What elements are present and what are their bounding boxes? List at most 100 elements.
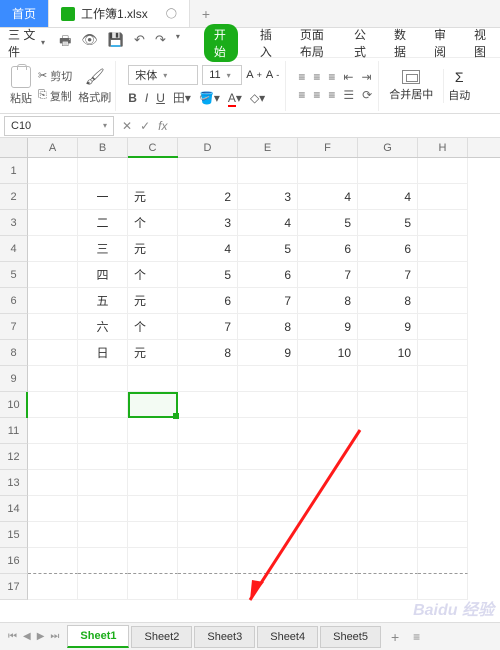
align-top-icon[interactable]: ≡ [298, 70, 305, 84]
print-icon[interactable]: 🖶 [59, 32, 71, 54]
redo-icon[interactable]: ↷ [155, 32, 166, 54]
row-header[interactable]: 9 [0, 366, 28, 392]
sheet-tab-5[interactable]: Sheet5 [320, 626, 381, 648]
row-header[interactable]: 5 [0, 262, 28, 288]
cut-button[interactable]: ✂剪切 [38, 68, 72, 84]
sheet-tab-3[interactable]: Sheet3 [194, 626, 255, 648]
dropdown-icon[interactable]: ▾ [176, 32, 180, 54]
sheet-nav-prev-icon[interactable]: ◀ [23, 631, 31, 642]
align-bottom-icon[interactable]: ≡ [328, 70, 335, 84]
indent-increase-icon[interactable]: ⇥ [361, 70, 371, 84]
formula-input[interactable] [175, 116, 500, 136]
undo-icon[interactable]: ↶ [134, 32, 145, 54]
phonetic-button[interactable]: ◇▾ [250, 91, 265, 105]
sheet-nav-next-icon[interactable]: ▶ [37, 631, 45, 642]
copy-button[interactable]: ⎘复制 [38, 88, 72, 104]
sheet-tab-4[interactable]: Sheet4 [257, 626, 318, 648]
sheet-nav-last-icon[interactable]: ⏭ [50, 631, 59, 642]
confirm-formula-icon[interactable]: ✓ [140, 119, 150, 133]
tab-start[interactable]: 开始 [204, 24, 238, 62]
col-header-A[interactable]: A [28, 138, 78, 157]
underline-button[interactable]: U [156, 91, 165, 105]
file-menu[interactable]: 三 文件 ▾ [8, 26, 45, 60]
clipboard-group: 粘贴 ✂剪切 ⎘复制 🖌 格式刷 [6, 61, 116, 111]
col-header-G[interactable]: G [358, 138, 418, 157]
brush-icon: 🖌 [85, 67, 105, 87]
row-header[interactable]: 11 [0, 418, 28, 444]
row-header[interactable]: 13 [0, 470, 28, 496]
add-sheet-button[interactable]: + [383, 625, 407, 649]
ribbon: 粘贴 ✂剪切 ⎘复制 🖌 格式刷 宋体▾ 11▾ A+ A- B I U 田▾ … [0, 58, 500, 114]
home-tab[interactable]: 首页 [0, 0, 49, 27]
tab-layout[interactable]: 页面布局 [296, 24, 332, 62]
spreadsheet-grid: A B C D E F G H 1 2 3 4 5 6 7 8 9 10 11 … [0, 138, 500, 600]
tab-view[interactable]: 视图 [470, 24, 492, 62]
autosum-label: 自动 [448, 87, 470, 103]
tab-formula[interactable]: 公式 [350, 24, 372, 62]
indent-decrease-icon[interactable]: ⇤ [343, 70, 353, 84]
fx-icon[interactable]: fx [158, 119, 167, 133]
row-header[interactable]: 16 [0, 548, 28, 574]
save-icon[interactable]: 💾 [108, 32, 124, 54]
sheet-menu-button[interactable]: ≡ [407, 626, 426, 648]
row-header[interactable]: 4 [0, 236, 28, 262]
row-header[interactable]: 2 [0, 184, 28, 210]
font-color-button[interactable]: A▾ [228, 91, 242, 105]
cells-area[interactable]: 一元2344 二个3455 三元4566 四个5677 五元6788 六个789… [28, 158, 468, 600]
wrap-text-icon[interactable]: ☰ [343, 88, 354, 102]
merge-button[interactable]: 合并居中 [385, 70, 437, 102]
name-box[interactable]: C10 ▾ [4, 116, 114, 136]
row-header[interactable]: 1 [0, 158, 28, 184]
bold-button[interactable]: B [128, 91, 137, 105]
font-size-select[interactable]: 11▾ [202, 65, 242, 85]
decrease-font-button[interactable]: A- [266, 65, 279, 85]
row-header[interactable]: 15 [0, 522, 28, 548]
sheet-tab-2[interactable]: Sheet2 [131, 626, 192, 648]
quick-access-toolbar: 🖶 👁 💾 ↶ ↷ ▾ [59, 32, 180, 54]
row-header[interactable]: 12 [0, 444, 28, 470]
merge-icon [402, 70, 420, 84]
clipboard-icon [11, 66, 31, 88]
italic-button[interactable]: I [145, 91, 148, 105]
autosum-button[interactable]: Σ 自动 [443, 69, 474, 103]
orientation-icon[interactable]: ⟳ [362, 88, 372, 102]
sheet-tab-bar: ⏮ ◀ ▶ ⏭ Sheet1 Sheet2 Sheet3 Sheet4 Shee… [0, 622, 500, 650]
align-middle-icon[interactable]: ≡ [313, 70, 320, 84]
align-right-icon[interactable]: ≡ [328, 88, 335, 102]
cancel-formula-icon[interactable]: ✕ [122, 119, 132, 133]
tab-data[interactable]: 数据 [390, 24, 412, 62]
row-header[interactable]: 14 [0, 496, 28, 522]
format-painter-button[interactable]: 🖌 格式刷 [78, 67, 111, 105]
column-headers: A B C D E F G H [0, 138, 500, 158]
row-header[interactable]: 3 [0, 210, 28, 236]
row-header[interactable]: 10 [0, 392, 28, 418]
align-left-icon[interactable]: ≡ [298, 88, 305, 102]
row-header[interactable]: 17 [0, 574, 28, 600]
row-header[interactable]: 8 [0, 340, 28, 366]
paste-button[interactable]: 粘贴 [10, 66, 32, 106]
col-header-D[interactable]: D [178, 138, 238, 157]
scissors-icon: ✂ [38, 69, 47, 82]
col-header-F[interactable]: F [298, 138, 358, 157]
border-button[interactable]: 田▾ [173, 89, 191, 106]
col-header-B[interactable]: B [78, 138, 128, 157]
font-name-select[interactable]: 宋体▾ [128, 65, 198, 85]
align-center-icon[interactable]: ≡ [313, 88, 320, 102]
preview-icon[interactable]: 👁 [81, 32, 98, 54]
font-group: 宋体▾ 11▾ A+ A- B I U 田▾ 🪣▾ A▾ ◇▾ [122, 61, 286, 111]
col-header-E[interactable]: E [238, 138, 298, 157]
fill-color-button[interactable]: 🪣▾ [199, 91, 220, 105]
col-header-H[interactable]: H [418, 138, 468, 157]
col-header-C[interactable]: C [128, 138, 178, 157]
row-header[interactable]: 6 [0, 288, 28, 314]
sheet-tab-1[interactable]: Sheet1 [67, 625, 129, 648]
increase-font-button[interactable]: A+ [246, 65, 262, 85]
tab-insert[interactable]: 插入 [256, 24, 278, 62]
paste-label: 粘贴 [10, 90, 32, 106]
document-tab[interactable]: 工作簿1.xlsx ◯ [49, 0, 190, 27]
row-header[interactable]: 7 [0, 314, 28, 340]
sheet-nav-first-icon[interactable]: ⏮ [8, 631, 17, 642]
home-tab-label: 首页 [12, 5, 36, 22]
tab-review[interactable]: 审阅 [430, 24, 452, 62]
select-all-corner[interactable] [0, 138, 28, 157]
